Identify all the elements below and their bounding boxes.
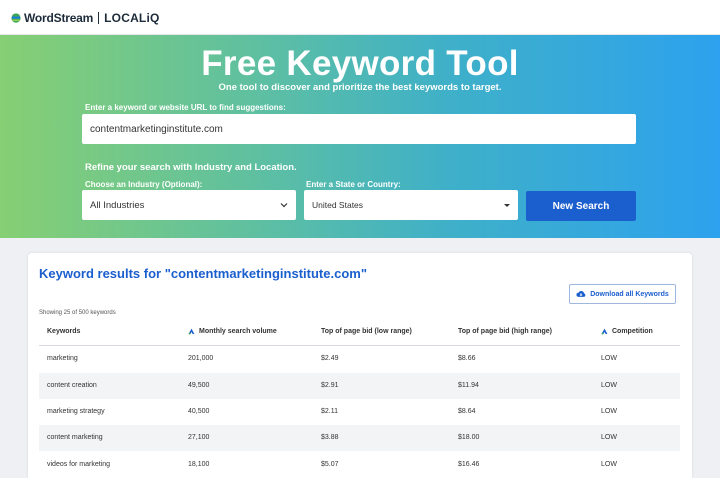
brand-wordstream: WordStream (24, 11, 94, 25)
cell-bid-low: $2.91 (321, 382, 339, 389)
col-monthly-volume[interactable]: Monthly search volume (188, 328, 277, 335)
cell-keyword: marketing (47, 355, 78, 362)
wordstream-logo-icon (11, 13, 21, 23)
results-title: Keyword results for "contentmarketingins… (39, 266, 367, 281)
refine-label: Refine your search with Industry and Loc… (85, 162, 297, 173)
location-select-value: United States (312, 200, 364, 210)
results-card: Keyword results for "contentmarketingins… (28, 253, 692, 478)
results-count: Showing 25 of 500 keywords (39, 310, 116, 316)
table-row[interactable]: videos for marketing 18,100 $5.07 $16.46… (39, 452, 680, 478)
location-label: Enter a State or Country: (306, 180, 401, 189)
chevron-down-icon (280, 203, 288, 208)
hero-section: Free Keyword Tool One tool to discover a… (0, 35, 720, 238)
col-bid-low[interactable]: Top of page bid (low range) (321, 328, 412, 335)
cloud-download-icon (576, 290, 586, 297)
cell-bid-low: $3.88 (321, 434, 339, 441)
cell-keyword: content creation (47, 382, 97, 389)
cell-competition: LOW (601, 408, 617, 415)
brand-localiq: LOCALiQ (104, 11, 160, 25)
cell-competition: LOW (601, 382, 617, 389)
brand-logo[interactable]: WordStream LOCALiQ (11, 11, 160, 25)
industry-label: Choose an Industry (Optional): (85, 180, 203, 189)
top-bar: WordStream LOCALiQ (0, 0, 720, 35)
cell-bid-high: $18.00 (458, 434, 480, 441)
table-header: Keywords Monthly search volume Top of pa… (39, 318, 680, 346)
col-competition[interactable]: Competition (601, 328, 653, 335)
cell-volume: 49,500 (188, 382, 210, 389)
page-subtitle: One tool to discover and prioritize the … (218, 82, 502, 93)
cell-competition: LOW (601, 355, 617, 362)
page-title: Free Keyword Tool (201, 44, 519, 83)
download-label: Download all Keywords (590, 290, 669, 298)
col-keywords[interactable]: Keywords (47, 328, 80, 335)
cell-bid-high: $16.46 (458, 461, 480, 468)
google-ads-icon (188, 328, 195, 335)
cell-volume: 18,100 (188, 461, 210, 468)
url-label: Enter a keyword or website URL to find s… (85, 103, 286, 112)
keyword-url-input[interactable] (82, 114, 636, 144)
industry-select[interactable]: All Industries (82, 190, 296, 220)
table-row[interactable]: content marketing 27,100 $3.88 $18.00 LO… (39, 425, 680, 451)
col-bid-high[interactable]: Top of page bid (high range) (458, 328, 552, 335)
cell-keyword: content marketing (47, 434, 103, 441)
cell-bid-low: $2.11 (321, 408, 338, 415)
cell-competition: LOW (601, 434, 617, 441)
table-row[interactable]: marketing 201,000 $2.49 $8.66 LOW (39, 346, 680, 372)
cell-competition: LOW (601, 461, 617, 468)
industry-select-value: All Industries (90, 199, 145, 211)
brand-divider (98, 12, 100, 24)
cell-bid-high: $8.64 (458, 408, 476, 415)
cell-volume: 27,100 (188, 434, 210, 441)
cell-volume: 40,500 (188, 408, 210, 415)
cell-bid-low: $5.07 (321, 461, 339, 468)
location-select[interactable]: United States (304, 190, 518, 220)
caret-down-icon (504, 203, 510, 207)
download-keywords-button[interactable]: Download all Keywords (569, 284, 676, 304)
cell-keyword: marketing strategy (47, 408, 105, 415)
table-row[interactable]: marketing strategy 40,500 $2.11 $8.64 LO… (39, 399, 680, 425)
table-row[interactable]: content creation 49,500 $2.91 $11.94 LOW (39, 373, 680, 399)
cell-volume: 201,000 (188, 355, 214, 362)
cell-keyword: videos for marketing (47, 461, 111, 468)
cell-bid-high: $8.66 (458, 355, 476, 362)
new-search-button[interactable]: New Search (526, 191, 636, 221)
cell-bid-low: $2.49 (321, 355, 339, 362)
cell-bid-high: $11.94 (458, 382, 479, 389)
google-ads-icon (601, 328, 608, 335)
